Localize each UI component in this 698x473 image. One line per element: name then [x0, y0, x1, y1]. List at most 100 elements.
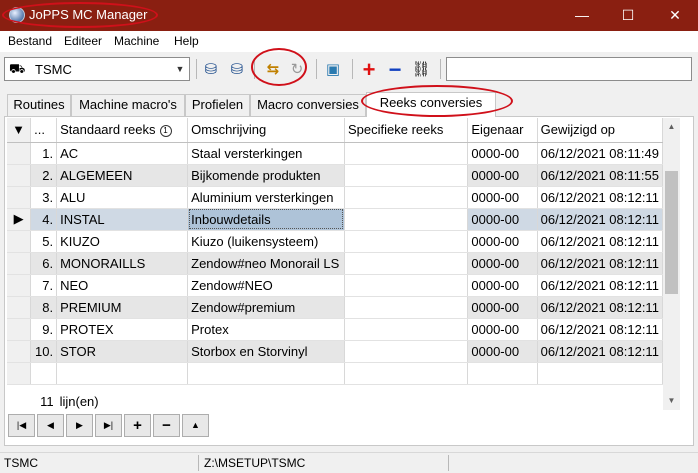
row-number[interactable]: 9. — [30, 318, 58, 341]
table-cell[interactable] — [56, 362, 189, 385]
standaard-reeks-cell[interactable]: PROTEX — [56, 318, 189, 341]
standaard-reeks-cell[interactable]: PREMIUM — [56, 296, 189, 319]
row-indicator[interactable] — [7, 340, 32, 363]
eigenaar-cell[interactable]: 0000-00 — [467, 274, 538, 297]
first-record-button[interactable]: |◀ — [8, 414, 35, 437]
omschrijving-cell[interactable]: Aluminium versterkingen — [187, 186, 345, 209]
row-indicator[interactable] — [7, 362, 32, 385]
specifieke-reeks-cell[interactable] — [344, 340, 469, 363]
eigenaar-cell[interactable]: 0000-00 — [467, 230, 538, 253]
omschrijving-cell[interactable]: Inbouwdetails — [187, 208, 345, 231]
table-row[interactable]: 2. ALGEMEEN Bijkomende produkten 0000-00 06/… — [7, 164, 663, 187]
menu-bestand[interactable]: Bestand — [8, 34, 52, 48]
standaard-reeks-cell[interactable]: AC — [56, 142, 189, 165]
edit-record-button[interactable]: ▲ — [182, 414, 209, 437]
row-number[interactable]: 7. — [30, 274, 58, 297]
standaard-reeks-cell[interactable]: INSTAL — [56, 208, 189, 231]
tab-profielen[interactable]: Profielen — [185, 94, 250, 116]
row-number[interactable]: 5. — [30, 230, 58, 253]
gewijzigd-op-cell[interactable]: 06/12/2021 08:12:11 — [537, 296, 663, 319]
table-row[interactable]: 5. KIUZO Kiuzo (luikensysteem) 0000-00 06/12… — [7, 230, 663, 253]
prior-record-button[interactable]: ◀ — [37, 414, 64, 437]
scroll-up-icon[interactable]: ▲ — [663, 120, 680, 134]
omschrijving-cell[interactable]: Bijkomende produkten — [187, 164, 345, 187]
eigenaar-cell[interactable]: 0000-00 — [467, 296, 538, 319]
column-header-nr[interactable]: ... — [30, 118, 58, 143]
scroll-down-icon[interactable]: ▼ — [663, 394, 680, 408]
column-header-specifieke-reeks[interactable]: Specifieke reeks — [344, 118, 469, 143]
insert-record-button[interactable]: + — [124, 414, 151, 437]
scroll-thumb[interactable] — [665, 171, 678, 294]
tab-routines[interactable]: Routines — [7, 94, 71, 116]
row-indicator[interactable] — [7, 296, 32, 319]
row-indicator[interactable] — [7, 230, 32, 253]
specifieke-reeks-cell[interactable] — [344, 142, 469, 165]
chevron-down-icon[interactable]: ▼ — [173, 59, 187, 79]
table-row[interactable]: 8. PREMIUM Zendow#premium 0000-00 06/12/2021… — [7, 296, 663, 319]
omschrijving-cell[interactable]: Zendow#neo Monorail LS — [187, 252, 345, 275]
tab-macro-conversies[interactable]: Macro conversies — [250, 94, 366, 116]
standaard-reeks-cell[interactable]: STOR — [56, 340, 189, 363]
package-icon[interactable]: ▣ — [322, 59, 344, 81]
gewijzigd-op-cell[interactable]: 06/12/2021 08:12:11 — [537, 318, 663, 341]
machine-select[interactable]: ⛟ TSMC ▼ — [4, 57, 190, 81]
table-cell[interactable] — [344, 362, 469, 385]
row-indicator[interactable] — [7, 142, 32, 165]
eigenaar-cell[interactable]: 0000-00 — [467, 164, 538, 187]
next-record-button[interactable]: ▶ — [66, 414, 93, 437]
specifieke-reeks-cell[interactable] — [344, 208, 469, 231]
row-number[interactable]: 10. — [30, 340, 58, 363]
standaard-reeks-cell[interactable]: MONORAILLS — [56, 252, 189, 275]
toolbar-search-input[interactable] — [446, 57, 692, 81]
omschrijving-cell[interactable]: Protex — [187, 318, 345, 341]
gewijzigd-op-cell[interactable]: 06/12/2021 08:12:11 — [537, 208, 663, 231]
table-row[interactable]: 10. STOR Storbox en Storvinyl 0000-00 06/12/… — [7, 340, 663, 363]
column-header-eigenaar[interactable]: Eigenaar — [467, 118, 538, 143]
eigenaar-cell[interactable]: 0000-00 — [467, 252, 538, 275]
row-number[interactable]: 4. — [30, 208, 58, 231]
eigenaar-cell[interactable]: 0000-00 — [467, 318, 538, 341]
row-indicator[interactable] — [7, 164, 32, 187]
specifieke-reeks-cell[interactable] — [344, 186, 469, 209]
table-cell[interactable] — [187, 362, 345, 385]
specifieke-reeks-cell[interactable] — [344, 318, 469, 341]
last-record-button[interactable]: ▶| — [95, 414, 122, 437]
table-row[interactable]: 7. NEO Zendow#NEO 0000-00 06/12/2021 08:12:1… — [7, 274, 663, 297]
omschrijving-cell[interactable]: Zendow#NEO — [187, 274, 345, 297]
table-row[interactable]: ▶ 4. INSTAL Inbouwdetails 0000-00 06/12/2021 … — [7, 208, 663, 231]
table-row[interactable]: 3. ALU Aluminium versterkingen 0000-00 06/12… — [7, 186, 663, 209]
table-cell[interactable] — [30, 362, 58, 385]
standaard-reeks-cell[interactable]: ALU — [56, 186, 189, 209]
grid-menu-icon[interactable]: ▼ — [7, 118, 32, 143]
column-header-standaard-reeks[interactable]: Standaard reeks 1 — [56, 118, 189, 143]
standaard-reeks-cell[interactable]: ALGEMEEN — [56, 164, 189, 187]
tab-machine-macros[interactable]: Machine macro's — [71, 94, 185, 116]
table-cell[interactable] — [467, 362, 538, 385]
omschrijving-cell[interactable]: Kiuzo (luikensysteem) — [187, 230, 345, 253]
row-indicator[interactable] — [7, 186, 32, 209]
gewijzigd-op-cell[interactable]: 06/12/2021 08:12:11 — [537, 252, 663, 275]
gewijzigd-op-cell[interactable]: 06/12/2021 08:12:11 — [537, 340, 663, 363]
delete-record-button[interactable]: − — [153, 414, 180, 437]
reeks-grid[interactable]: ▼ ... Standaard reeks 1 Omschrijving Spec… — [7, 118, 663, 410]
specifieke-reeks-cell[interactable] — [344, 274, 469, 297]
database-export-icon[interactable]: ⛁ — [200, 59, 222, 81]
eigenaar-cell[interactable]: 0000-00 — [467, 186, 538, 209]
row-number[interactable]: 2. — [30, 164, 58, 187]
row-number[interactable]: 3. — [30, 186, 58, 209]
table-row[interactable]: 1. AC Staal versterkingen 0000-00 06/12/2021… — [7, 142, 663, 165]
table-cell[interactable] — [537, 362, 663, 385]
specifieke-reeks-cell[interactable] — [344, 230, 469, 253]
table-row[interactable]: 9. PROTEX Protex 0000-00 06/12/2021 08:12:11 — [7, 318, 663, 341]
gewijzigd-op-cell[interactable]: 06/12/2021 08:12:11 — [537, 274, 663, 297]
close-button[interactable]: ✕ — [652, 0, 698, 31]
menu-machine[interactable]: Machine — [114, 34, 159, 48]
column-header-gewijzigd-op[interactable]: Gewijzigd op — [537, 118, 663, 143]
row-indicator[interactable] — [7, 274, 32, 297]
specifieke-reeks-cell[interactable] — [344, 296, 469, 319]
database-import-icon[interactable]: ⛁ — [226, 59, 248, 81]
gewijzigd-op-cell[interactable]: 06/12/2021 08:11:55 — [537, 164, 663, 187]
specifieke-reeks-cell[interactable] — [344, 252, 469, 275]
specifieke-reeks-cell[interactable] — [344, 164, 469, 187]
eigenaar-cell[interactable]: 0000-00 — [467, 340, 538, 363]
